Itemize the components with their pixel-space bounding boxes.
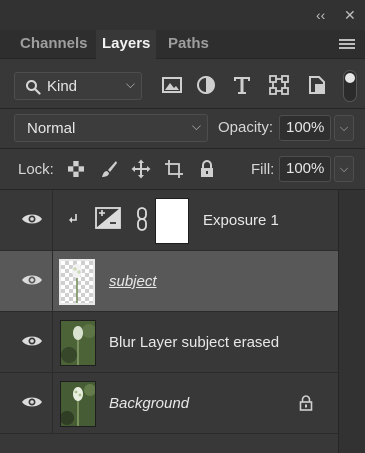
layers-list: Exposure 1 subject Blur Layer subject er… bbox=[0, 190, 365, 453]
eye-icon[interactable] bbox=[21, 334, 43, 348]
lock-image-pixels-icon[interactable] bbox=[99, 159, 119, 179]
panel-menu-icon[interactable] bbox=[339, 39, 355, 50]
divider bbox=[0, 108, 365, 109]
photo-thumbnail bbox=[61, 382, 95, 426]
blend-row: Normal ⌵ Opacity: 100% ⌵ bbox=[0, 111, 365, 145]
visibility-column bbox=[0, 312, 53, 372]
visibility-column bbox=[0, 373, 53, 433]
filter-toggle[interactable] bbox=[343, 70, 357, 102]
layer-filter-row: Kind ⌵ bbox=[0, 64, 365, 108]
collapse-panel-button[interactable]: ‹‹ bbox=[316, 7, 325, 23]
lock-position-icon[interactable] bbox=[131, 159, 151, 179]
lock-artboard-icon[interactable] bbox=[164, 159, 184, 179]
layer-name[interactable]: Exposure 1 bbox=[203, 212, 279, 229]
layers-panel: ‹‹ ✕ Channels Layers Paths Kind ⌵ Normal… bbox=[0, 0, 365, 453]
lock-transparent-pixels-icon[interactable] bbox=[66, 159, 86, 179]
clipping-arrow-icon bbox=[69, 214, 77, 223]
blend-mode-label: Normal bbox=[27, 120, 76, 137]
tab-layers[interactable]: Layers bbox=[96, 30, 157, 59]
image-filter-icon[interactable] bbox=[161, 74, 183, 96]
layer-row-exposure[interactable]: Exposure 1 bbox=[0, 190, 338, 251]
layer-row-subject[interactable]: subject bbox=[0, 251, 338, 312]
layer-thumbnail[interactable] bbox=[59, 259, 95, 305]
search-icon bbox=[26, 80, 41, 95]
layer-lock-icon bbox=[299, 395, 313, 411]
close-panel-button[interactable]: ✕ bbox=[344, 7, 356, 23]
blend-mode-dropdown[interactable]: Normal ⌵ bbox=[14, 114, 208, 142]
visibility-column bbox=[0, 190, 53, 250]
blurred-photo-thumbnail bbox=[61, 321, 95, 365]
smart-object-filter-icon[interactable] bbox=[306, 74, 328, 96]
layer-row-blur[interactable]: Blur Layer subject erased bbox=[0, 312, 338, 373]
fill-label: Fill: bbox=[251, 161, 275, 178]
lock-all-icon[interactable] bbox=[197, 159, 217, 179]
layer-name[interactable]: subject bbox=[109, 273, 157, 290]
panel-titlebar: ‹‹ ✕ bbox=[0, 0, 365, 30]
layer-row-background[interactable]: Background bbox=[0, 373, 338, 434]
eye-icon[interactable] bbox=[21, 395, 43, 409]
layers-scrollbar[interactable] bbox=[338, 190, 365, 453]
layer-thumbnail[interactable] bbox=[60, 381, 96, 427]
subject-flower-thumbnail bbox=[72, 264, 82, 303]
type-filter-icon[interactable] bbox=[231, 74, 253, 96]
chevron-down-icon: ⌵ bbox=[191, 119, 201, 133]
opacity-input[interactable]: 100% bbox=[279, 115, 331, 141]
panel-tabbar: Channels Layers Paths bbox=[0, 30, 365, 59]
shape-filter-icon[interactable] bbox=[268, 74, 290, 96]
toggle-knob bbox=[345, 73, 355, 83]
lock-label: Lock: bbox=[18, 161, 54, 178]
chevron-down-icon: ⌵ bbox=[125, 77, 135, 91]
filter-kind-label: Kind bbox=[47, 78, 78, 95]
adjustment-filter-icon[interactable] bbox=[195, 74, 217, 96]
exposure-adjustment-icon bbox=[95, 207, 121, 229]
fill-input[interactable]: 100% bbox=[279, 156, 331, 182]
lock-row: Lock: Fill: 100% ⌵ bbox=[0, 152, 365, 186]
opacity-dropdown-button[interactable]: ⌵ bbox=[334, 115, 354, 141]
eye-icon[interactable] bbox=[21, 273, 43, 287]
visibility-column bbox=[0, 251, 53, 311]
tab-paths[interactable]: Paths bbox=[162, 30, 215, 58]
link-icon[interactable] bbox=[136, 207, 148, 231]
opacity-label: Opacity: bbox=[218, 119, 274, 136]
filter-kind-dropdown[interactable]: Kind ⌵ bbox=[14, 72, 142, 100]
layer-thumbnail[interactable] bbox=[60, 320, 96, 366]
fill-dropdown-button[interactable]: ⌵ bbox=[334, 156, 354, 182]
divider bbox=[0, 148, 365, 149]
eye-icon[interactable] bbox=[21, 212, 43, 226]
layer-mask-thumbnail[interactable] bbox=[155, 198, 189, 244]
layer-name[interactable]: Background bbox=[109, 395, 189, 412]
tab-channels[interactable]: Channels bbox=[14, 30, 94, 58]
layer-name[interactable]: Blur Layer subject erased bbox=[109, 334, 279, 351]
